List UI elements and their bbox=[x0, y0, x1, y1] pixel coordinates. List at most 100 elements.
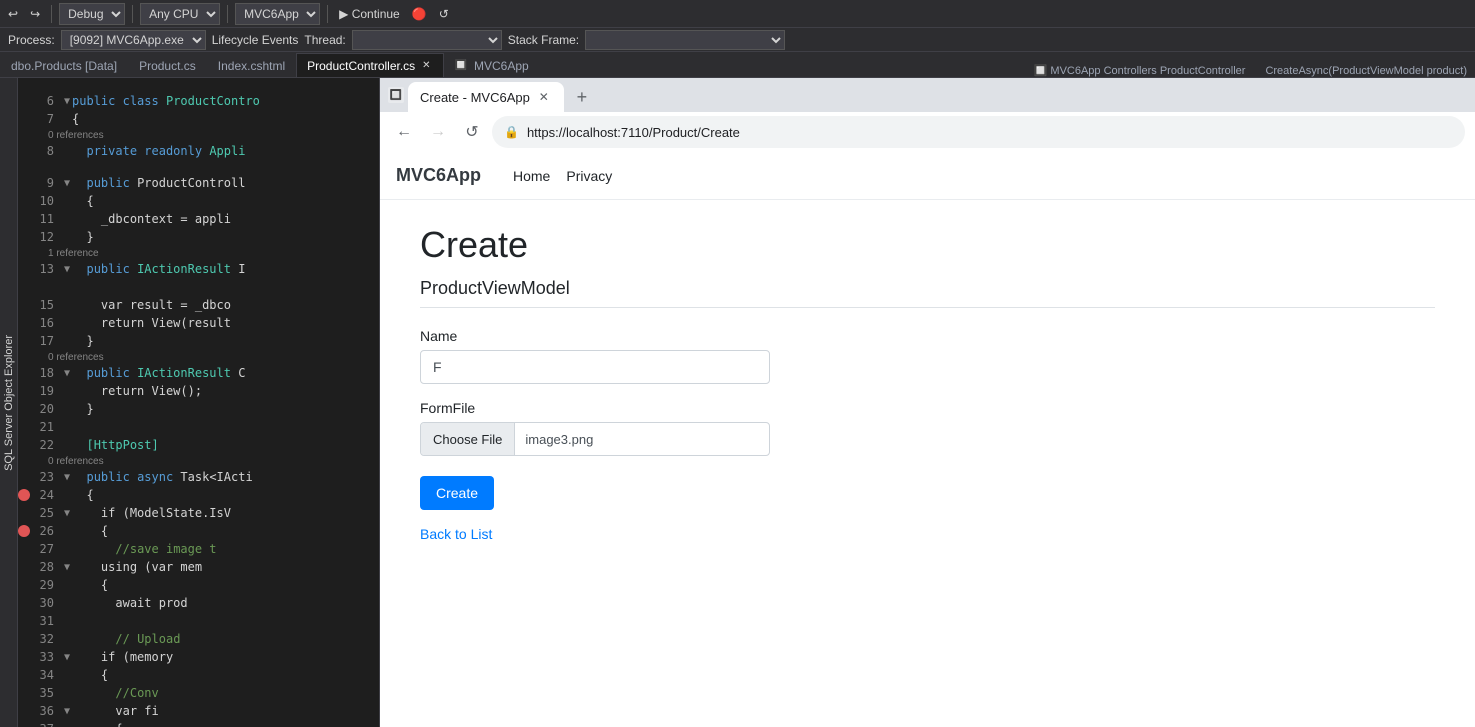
ref-6-pre bbox=[48, 78, 379, 92]
code-panel: SQL Server Object Explorer 6 ▼ public cl… bbox=[0, 78, 380, 727]
main-area: SQL Server Object Explorer 6 ▼ public cl… bbox=[0, 78, 1475, 727]
code-line-10: 10 ▼ { bbox=[18, 192, 379, 210]
continue-btn[interactable]: ▶ Continue bbox=[335, 5, 404, 23]
toolbar-undo-btn[interactable]: ↩ bbox=[4, 5, 22, 23]
toolbar-extra-1[interactable]: 🔴 bbox=[408, 5, 431, 23]
code-line-21: 21 ▼ bbox=[18, 418, 379, 436]
name-field-group: Name bbox=[420, 328, 1435, 384]
code-7-content: { bbox=[72, 112, 79, 126]
code-24-content: { bbox=[72, 488, 94, 502]
app-select[interactable]: MVC6App bbox=[235, 3, 320, 25]
code-12-content: } bbox=[72, 230, 94, 244]
toolbar-redo-btn[interactable]: ↪ bbox=[26, 5, 44, 23]
code-line-34: 34 ▼ { bbox=[18, 666, 379, 684]
stack-select[interactable] bbox=[585, 30, 785, 50]
nav-link-privacy[interactable]: Privacy bbox=[566, 168, 612, 184]
linenum-25: 25 bbox=[34, 506, 64, 520]
code-line-35: 35 ▼ //Conv bbox=[18, 684, 379, 702]
page-subtitle: ProductViewModel bbox=[420, 278, 1435, 299]
debug-mode-select[interactable]: Debug bbox=[59, 3, 125, 25]
code-34-content: { bbox=[72, 668, 108, 682]
browser-tab-close-btn[interactable]: ✕ bbox=[536, 89, 552, 105]
ref-18-pre: 0 references bbox=[48, 350, 379, 364]
collapse-13[interactable]: ▼ bbox=[64, 264, 70, 275]
form-divider bbox=[420, 307, 1435, 308]
browser-back-btn[interactable]: ← bbox=[390, 118, 418, 146]
tab-product-controller-close[interactable]: ✕ bbox=[420, 59, 432, 72]
ref-9 bbox=[48, 160, 379, 174]
code-10-content: { bbox=[72, 194, 94, 208]
code-32-content: // Upload bbox=[72, 632, 180, 646]
linenum-29: 29 bbox=[34, 578, 64, 592]
code-25-content: if (ModelState.IsV bbox=[72, 506, 231, 520]
back-link-container: Back to List bbox=[420, 526, 1435, 542]
browser-tab-title: Create - MVC6App bbox=[420, 90, 530, 105]
app-navbar: MVC6App Home Privacy bbox=[380, 152, 1475, 200]
name-input[interactable] bbox=[420, 350, 770, 384]
cpu-select[interactable]: Any CPU bbox=[140, 3, 220, 25]
toolbar-extra-2[interactable]: ↺ bbox=[435, 5, 453, 23]
code-line-23: 23 ▼ public async Task<IActi bbox=[18, 468, 379, 486]
code-line-25: 25 ▼ if (ModelState.IsV bbox=[18, 504, 379, 522]
linenum-11: 11 bbox=[34, 212, 64, 226]
code-9-content: public ProductControll bbox=[72, 176, 245, 190]
code-line-17: 17 ▼ } bbox=[18, 332, 379, 350]
linenum-37: 37 bbox=[34, 722, 64, 727]
linenum-8: 8 bbox=[34, 144, 64, 158]
linenum-24: 24 bbox=[34, 488, 64, 502]
code-28-content: using (var mem bbox=[72, 560, 202, 574]
ref-23-pre: 0 references bbox=[48, 454, 379, 468]
collapse-25[interactable]: ▼ bbox=[64, 508, 70, 519]
linenum-27: 27 bbox=[34, 542, 64, 556]
code-6-content: public class ProductContro bbox=[72, 94, 260, 108]
back-to-list-link[interactable]: Back to List bbox=[420, 526, 1435, 542]
collapse-6[interactable]: ▼ bbox=[64, 96, 70, 107]
nav-link-home[interactable]: Home bbox=[513, 168, 550, 184]
solution-explorer-label: SQL Server Object Explorer bbox=[3, 335, 15, 471]
code-line-32: 32 ▼ // Upload bbox=[18, 630, 379, 648]
browser-new-tab-btn[interactable]: + bbox=[568, 83, 596, 111]
collapse-33[interactable]: ▼ bbox=[64, 652, 70, 663]
browser-panel: 🔲 Create - MVC6App ✕ + ← → ↺ 🔒 https://l… bbox=[380, 78, 1475, 727]
linenum-30: 30 bbox=[34, 596, 64, 610]
code-35-content: //Conv bbox=[72, 686, 159, 700]
address-text: https://localhost:7110/Product/Create bbox=[527, 125, 1453, 140]
tab-product-controller[interactable]: ProductController.cs ✕ bbox=[296, 53, 443, 77]
tab-right-area: 🔲 MVC6App Controllers ProductController … bbox=[540, 64, 1475, 77]
code-37-content: { bbox=[72, 722, 123, 727]
code-line-15: 15 ▼ var result = _dbco bbox=[18, 296, 379, 314]
create-async-label: CreateAsync(ProductViewModel product) bbox=[1265, 65, 1467, 77]
linenum-20: 20 bbox=[34, 402, 64, 416]
tab-index-cshtml[interactable]: Index.cshtml bbox=[207, 53, 296, 77]
collapse-9[interactable]: ▼ bbox=[64, 178, 70, 189]
code-line-13: 13 ▼ public IActionResult I bbox=[18, 260, 379, 278]
code-29-content: { bbox=[72, 578, 108, 592]
tab-mvc6app[interactable]: 🔲 MVC6App bbox=[444, 53, 540, 77]
code-line-31: 31 ▼ bbox=[18, 612, 379, 630]
code-line-9: 9 ▼ public ProductControll bbox=[18, 174, 379, 192]
code-30-content: await prod bbox=[72, 596, 188, 610]
browser-reload-btn[interactable]: ↺ bbox=[458, 118, 486, 146]
create-submit-btn[interactable]: Create bbox=[420, 476, 494, 510]
code-36-content: var fi bbox=[72, 704, 159, 718]
linenum-35: 35 bbox=[34, 686, 64, 700]
choose-file-btn[interactable]: Choose File bbox=[421, 423, 515, 455]
tab-sql[interactable]: dbo.Products [Data] bbox=[0, 53, 128, 77]
code-line-18: 18 ▼ public IActionResult C bbox=[18, 364, 379, 382]
address-bar[interactable]: 🔒 https://localhost:7110/Product/Create bbox=[492, 116, 1465, 148]
code-8-content: private readonly Appli bbox=[72, 144, 245, 158]
collapse-18[interactable]: ▼ bbox=[64, 368, 70, 379]
thread-label: Thread: bbox=[304, 33, 345, 47]
toolbar-sep-2 bbox=[132, 5, 133, 23]
collapse-36[interactable]: ▼ bbox=[64, 706, 70, 717]
thread-select[interactable] bbox=[352, 30, 502, 50]
browser-active-tab[interactable]: Create - MVC6App ✕ bbox=[408, 82, 564, 112]
code-15-content: var result = _dbco bbox=[72, 298, 231, 312]
collapse-23[interactable]: ▼ bbox=[64, 472, 70, 483]
browser-forward-btn[interactable]: → bbox=[424, 118, 452, 146]
tab-product-cs[interactable]: Product.cs bbox=[128, 53, 207, 77]
process-select[interactable]: [9092] MVC6App.exe bbox=[61, 30, 206, 50]
toolbar-sep-1 bbox=[51, 5, 52, 23]
collapse-28[interactable]: ▼ bbox=[64, 562, 70, 573]
address-lock-icon: 🔒 bbox=[504, 125, 519, 139]
